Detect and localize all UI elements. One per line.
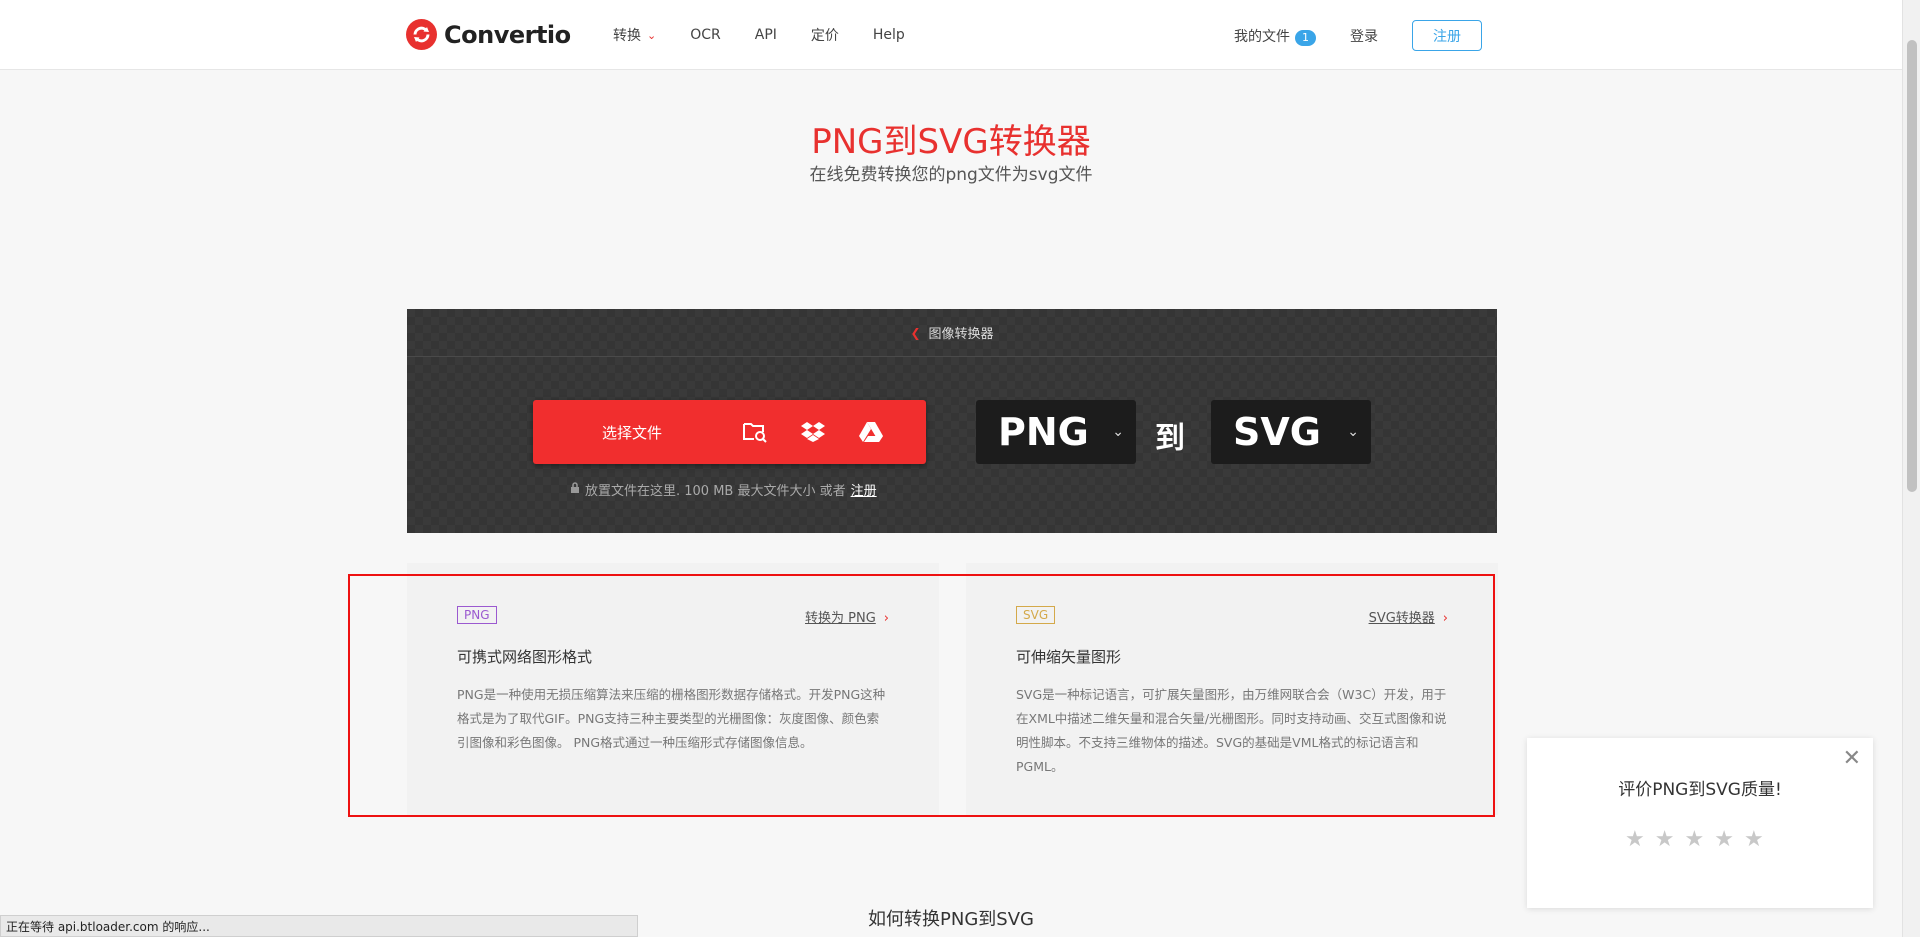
svg-converter-link[interactable]: SVG转换器 ›	[1369, 607, 1448, 626]
card-link-label: 转换为 PNG	[805, 611, 876, 626]
chevron-right-icon: ›	[883, 611, 889, 626]
star-icon[interactable]: ★	[1625, 827, 1645, 852]
my-files-label: 我的文件	[1234, 28, 1290, 45]
nav-item-convert[interactable]: 转换 ⌄	[613, 25, 656, 45]
page-title: PNG到SVG转换器	[811, 122, 1091, 162]
nav-label: 定价	[810, 28, 839, 44]
format-tag: SVG	[1016, 606, 1056, 624]
google-drive-icon[interactable]	[858, 421, 884, 443]
convertio-logo-icon	[406, 19, 437, 50]
drop-hint-text: 放置文件在这里. 100 MB 最大文件大小 或者	[585, 484, 846, 499]
nav-label: Help	[872, 27, 905, 43]
from-format-value: PNG	[998, 410, 1089, 454]
choose-files-button[interactable]: 选择文件	[533, 400, 926, 464]
card-title: 可伸缩矢量图形	[1016, 648, 1122, 666]
chevron-down-icon: ⌄	[647, 28, 657, 42]
top-header: Convertio 转换 ⌄ OCR API 定价 Help 我的文件 1 登录 …	[0, 0, 1902, 70]
star-icon[interactable]: ★	[1684, 827, 1704, 852]
drop-hint-signup-link[interactable]: 注册	[851, 480, 877, 499]
header-actions: 我的文件 1 登录 注册	[1234, 20, 1482, 51]
card-title: 可携式网络图形格式	[457, 648, 593, 666]
my-files-link[interactable]: 我的文件 1	[1234, 26, 1316, 46]
login-link[interactable]: 登录	[1350, 26, 1378, 46]
format-card-png: PNG 转换为 PNG › 可携式网络图形格式 PNG是一种使用无损压缩算法来压缩…	[407, 563, 939, 815]
dropbox-icon[interactable]	[800, 421, 826, 443]
converter-panel: ❮ 图像转换器 选择文件 放置文件在这里. 100 MB 最大文件大小 或者 注…	[407, 309, 1497, 533]
nav-item-ocr[interactable]: OCR	[690, 25, 721, 45]
to-format-select[interactable]: SVG ⌄	[1211, 400, 1371, 464]
star-rating: ★ ★ ★ ★ ★	[1625, 827, 1764, 852]
to-word: 到	[1155, 421, 1185, 456]
choose-files-label: 选择文件	[602, 423, 663, 442]
star-icon[interactable]: ★	[1744, 827, 1764, 852]
drop-hint: 放置文件在这里. 100 MB 最大文件大小 或者 注册	[570, 480, 877, 499]
files-count-badge: 1	[1295, 29, 1316, 46]
page-scrollbar[interactable]	[1902, 0, 1920, 937]
page-subtitle: 在线免费转换您的png文件为svg文件	[809, 165, 1093, 185]
rate-popup: ✕ 评价PNG到SVG质量! ★ ★ ★ ★ ★	[1527, 738, 1873, 908]
rate-title: 评价PNG到SVG质量!	[1618, 780, 1782, 800]
card-description: PNG是一种使用无损压缩算法来压缩的栅格图形数据存储格式。开发PNG这种格式是为…	[457, 687, 886, 750]
browser-status-bar: 正在等待 api.btloader.com 的响应...	[0, 915, 638, 937]
from-format-select[interactable]: PNG ⌄	[976, 400, 1136, 464]
chevron-down-icon: ⌄	[1347, 424, 1359, 440]
card-description: SVG是一种标记语言，可扩展矢量图形，由万维网联合会（W3C）开发，用于在XML…	[1016, 687, 1447, 774]
lock-icon	[570, 482, 580, 497]
nav-label: OCR	[690, 27, 721, 43]
logo[interactable]: Convertio	[406, 19, 571, 50]
star-icon[interactable]: ★	[1714, 827, 1734, 852]
nav-item-api[interactable]: API	[755, 25, 777, 45]
card-link-label: SVG转换器	[1368, 611, 1435, 626]
chevron-down-icon: ⌄	[1112, 424, 1124, 440]
upload-sources	[742, 421, 884, 443]
star-icon[interactable]: ★	[1655, 827, 1675, 852]
chevron-right-icon: ›	[1442, 611, 1448, 626]
folder-search-icon[interactable]	[742, 421, 768, 443]
breadcrumb[interactable]: ❮ 图像转换器	[407, 309, 1497, 357]
logo-text: Convertio	[444, 20, 571, 49]
scrollbar-thumb[interactable]	[1907, 40, 1917, 492]
format-card-svg: SVG SVG转换器 › 可伸缩矢量图形 SVG是一种标记语言，可扩展矢量图形，由…	[966, 563, 1498, 815]
chevron-left-icon: ❮	[910, 325, 921, 340]
format-tag: PNG	[457, 606, 497, 624]
nav-item-pricing[interactable]: 定价	[811, 25, 839, 45]
signup-button[interactable]: 注册	[1412, 20, 1482, 51]
nav-label: 转换	[613, 28, 641, 44]
nav-label: API	[754, 27, 777, 43]
convert-to-png-link[interactable]: 转换为 PNG ›	[805, 607, 889, 626]
close-icon[interactable]: ✕	[1843, 748, 1861, 770]
to-format-value: SVG	[1233, 410, 1321, 454]
main-nav: 转换 ⌄ OCR API 定价 Help	[613, 25, 939, 45]
breadcrumb-label: 图像转换器	[928, 327, 994, 342]
nav-item-help[interactable]: Help	[873, 25, 905, 45]
